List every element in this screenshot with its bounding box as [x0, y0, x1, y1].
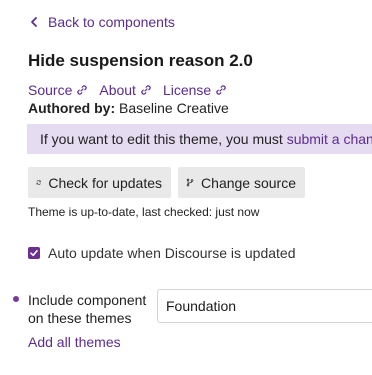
back-link-label: Back to components: [48, 14, 175, 30]
selected-theme: Foundation: [166, 298, 237, 314]
page-title: Hide suspension reason 2.0: [28, 51, 253, 70]
theme-component-page: Back to components Hide suspension reaso…: [0, 0, 372, 375]
auto-update-label: Auto update when Discourse is updated: [48, 245, 296, 261]
license-link-label: License: [162, 82, 212, 98]
theme-selector[interactable]: Foundation: [157, 289, 372, 323]
source-link-label: Source: [28, 82, 73, 98]
authored-by: Authored by: Baseline Creative: [28, 100, 229, 116]
checkmark-icon: [30, 249, 38, 257]
code-branch-icon: [186, 178, 194, 187]
change-source-button[interactable]: Change source: [178, 167, 305, 198]
link-icon: [141, 85, 151, 95]
component-links: Source About License: [28, 82, 238, 98]
changed-indicator-dot: [13, 296, 19, 302]
add-all-themes-link[interactable]: Add all themes: [28, 334, 121, 350]
link-icon: [216, 85, 226, 95]
back-to-components-link[interactable]: Back to components: [28, 14, 175, 30]
about-link[interactable]: About: [99, 82, 152, 98]
change-source-label: Change source: [201, 174, 296, 191]
edit-notice: If you want to edit this theme, you must…: [27, 124, 372, 154]
update-status: Theme is up-to-date, last checked: just …: [28, 205, 260, 219]
author-name: Baseline Creative: [119, 100, 229, 116]
refresh-icon: [36, 180, 41, 185]
chevron-left-icon: [31, 17, 37, 27]
auto-update-option[interactable]: Auto update when Discourse is updated: [28, 245, 296, 261]
check-for-updates-button[interactable]: Check for updates: [28, 167, 171, 198]
license-link[interactable]: License: [163, 82, 227, 98]
include-component-label: Include component on these themes: [28, 292, 147, 326]
about-link-label: About: [99, 82, 136, 98]
edit-notice-text: If you want to edit this theme, you must: [40, 131, 283, 147]
check-for-updates-label: Check for updates: [48, 174, 162, 191]
auto-update-checkbox[interactable]: [28, 247, 40, 259]
source-link[interactable]: Source: [28, 82, 88, 98]
authored-by-label: Authored by:: [28, 100, 116, 116]
link-icon: [77, 85, 88, 95]
submit-change-link[interactable]: submit a change: [287, 131, 372, 147]
